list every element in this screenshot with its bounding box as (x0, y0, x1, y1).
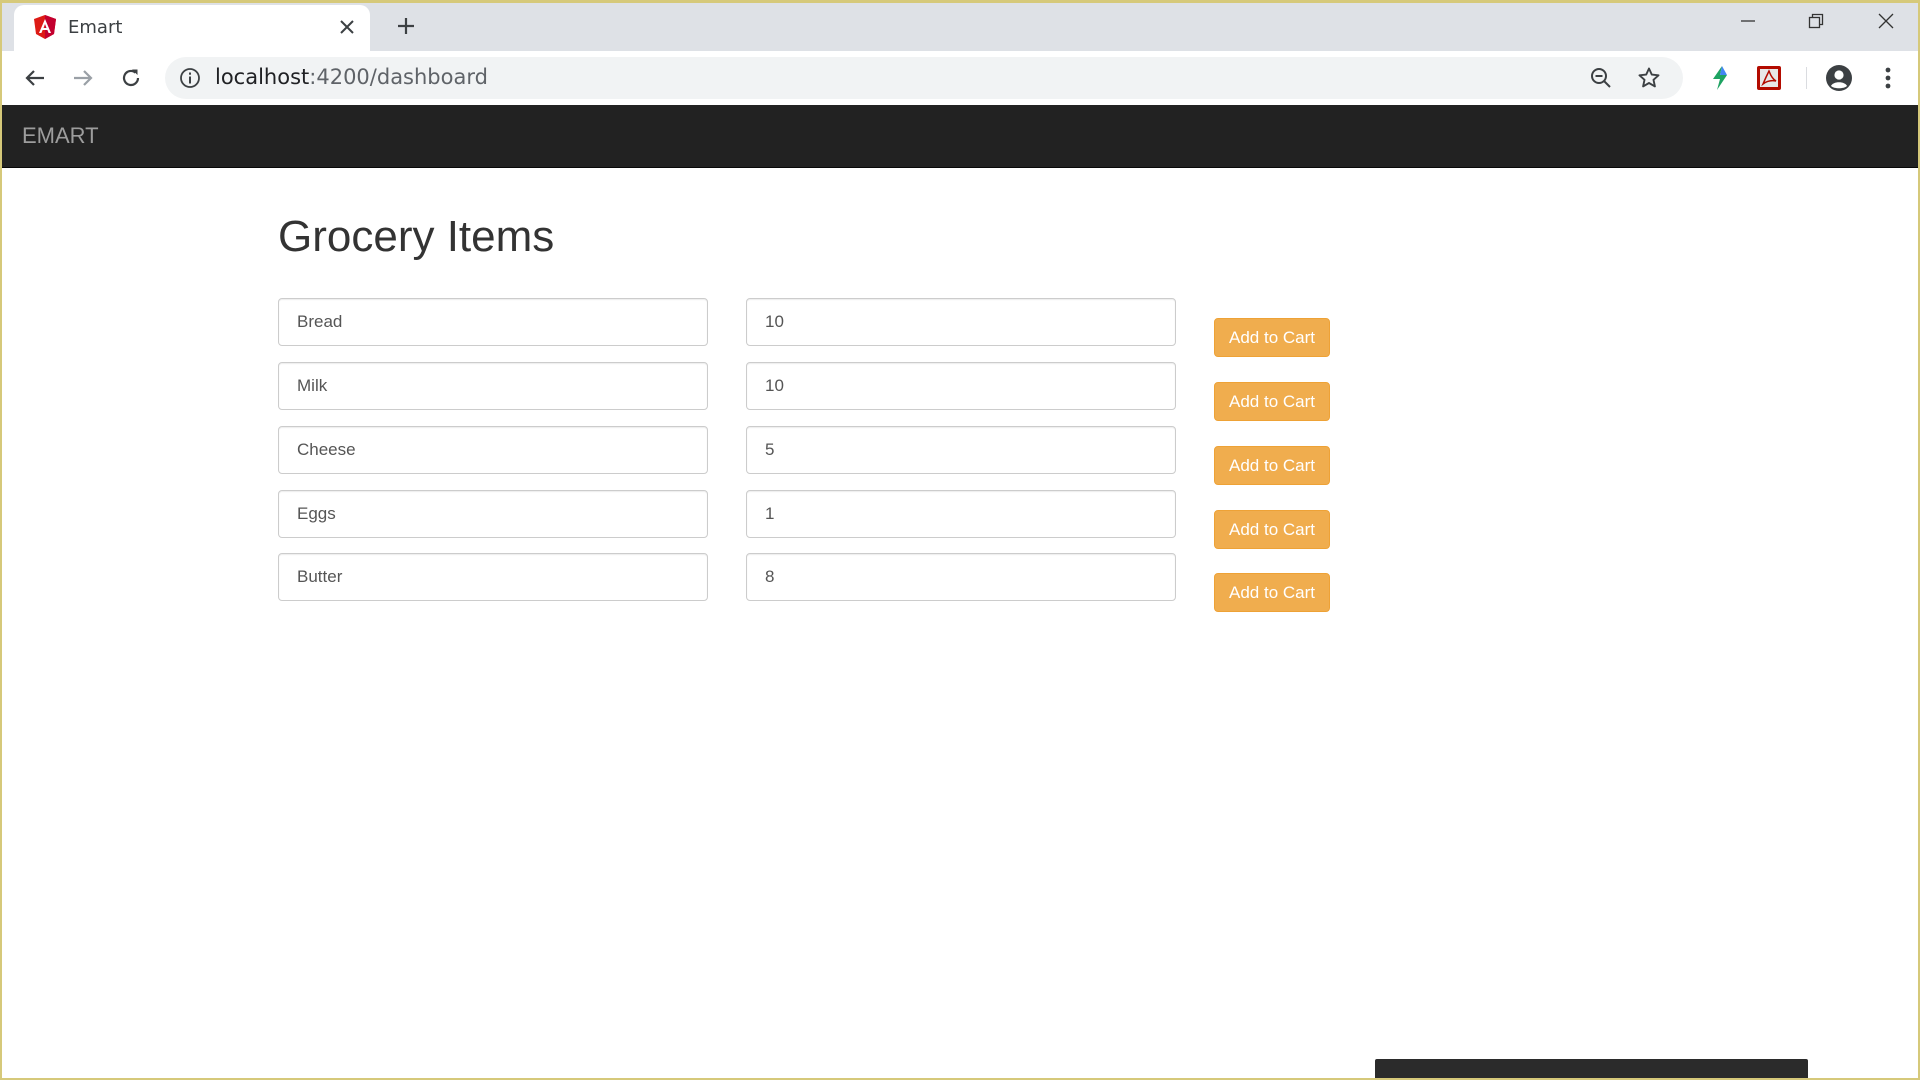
add-to-cart-button[interactable]: Add to Cart (1214, 573, 1330, 612)
item-name-input[interactable] (278, 298, 708, 346)
back-arrow-icon[interactable] (18, 61, 52, 95)
list-item: Add to Cart (0, 553, 1920, 612)
item-quantity-input[interactable] (746, 362, 1176, 410)
plus-icon[interactable] (392, 12, 420, 40)
page-title: Grocery Items (278, 212, 555, 261)
add-to-cart-button[interactable]: Add to Cart (1214, 382, 1330, 421)
pdf-icon[interactable] (1754, 63, 1784, 93)
item-quantity-input[interactable] (746, 553, 1176, 601)
add-to-cart-button[interactable]: Add to Cart (1214, 318, 1330, 357)
add-to-cart-button[interactable]: Add to Cart (1214, 510, 1330, 549)
close-icon[interactable] (336, 16, 358, 38)
toolbar-separator (1806, 67, 1807, 89)
item-name-input[interactable] (278, 490, 708, 538)
item-name-input[interactable] (278, 553, 708, 601)
item-quantity-input[interactable] (746, 426, 1176, 474)
add-to-cart-button[interactable]: Add to Cart (1214, 446, 1330, 485)
info-icon[interactable] (179, 67, 201, 89)
minimize-icon[interactable] (1714, 0, 1782, 42)
window-close-icon[interactable] (1852, 0, 1920, 42)
item-quantity-input[interactable] (746, 490, 1176, 538)
profile-icon[interactable] (1824, 63, 1854, 93)
url-text[interactable]: localhost:4200/dashboard (215, 65, 488, 89)
url-path: :4200/dashboard (309, 65, 488, 89)
list-item: Add to Cart (0, 426, 1920, 485)
reload-icon[interactable] (114, 61, 148, 95)
tab-strip: Emart (0, 0, 1920, 51)
item-name-input[interactable] (278, 426, 708, 474)
tab-title: Emart (68, 17, 123, 38)
forward-arrow-icon[interactable] (66, 61, 100, 95)
app-navbar: EMART (2, 105, 1918, 168)
angular-favicon-icon (32, 14, 58, 40)
address-bar[interactable]: localhost:4200/dashboard (165, 57, 1683, 99)
brand-link[interactable]: EMART (22, 123, 99, 149)
star-icon[interactable] (1637, 66, 1661, 90)
item-name-input[interactable] (278, 362, 708, 410)
extension-icon[interactable] (1705, 63, 1735, 93)
list-item: Add to Cart (0, 298, 1920, 357)
more-menu-icon[interactable] (1873, 63, 1903, 93)
url-host: localhost (215, 65, 310, 89)
list-item: Add to Cart (0, 490, 1920, 549)
restore-icon[interactable] (1782, 0, 1850, 42)
browser-toolbar: localhost:4200/dashboard (0, 51, 1920, 106)
zoom-out-icon[interactable] (1589, 66, 1613, 90)
list-item: Add to Cart (0, 362, 1920, 421)
tab-emart[interactable]: Emart (14, 5, 370, 51)
item-quantity-input[interactable] (746, 298, 1176, 346)
bottom-panel-edge (1375, 1059, 1808, 1080)
